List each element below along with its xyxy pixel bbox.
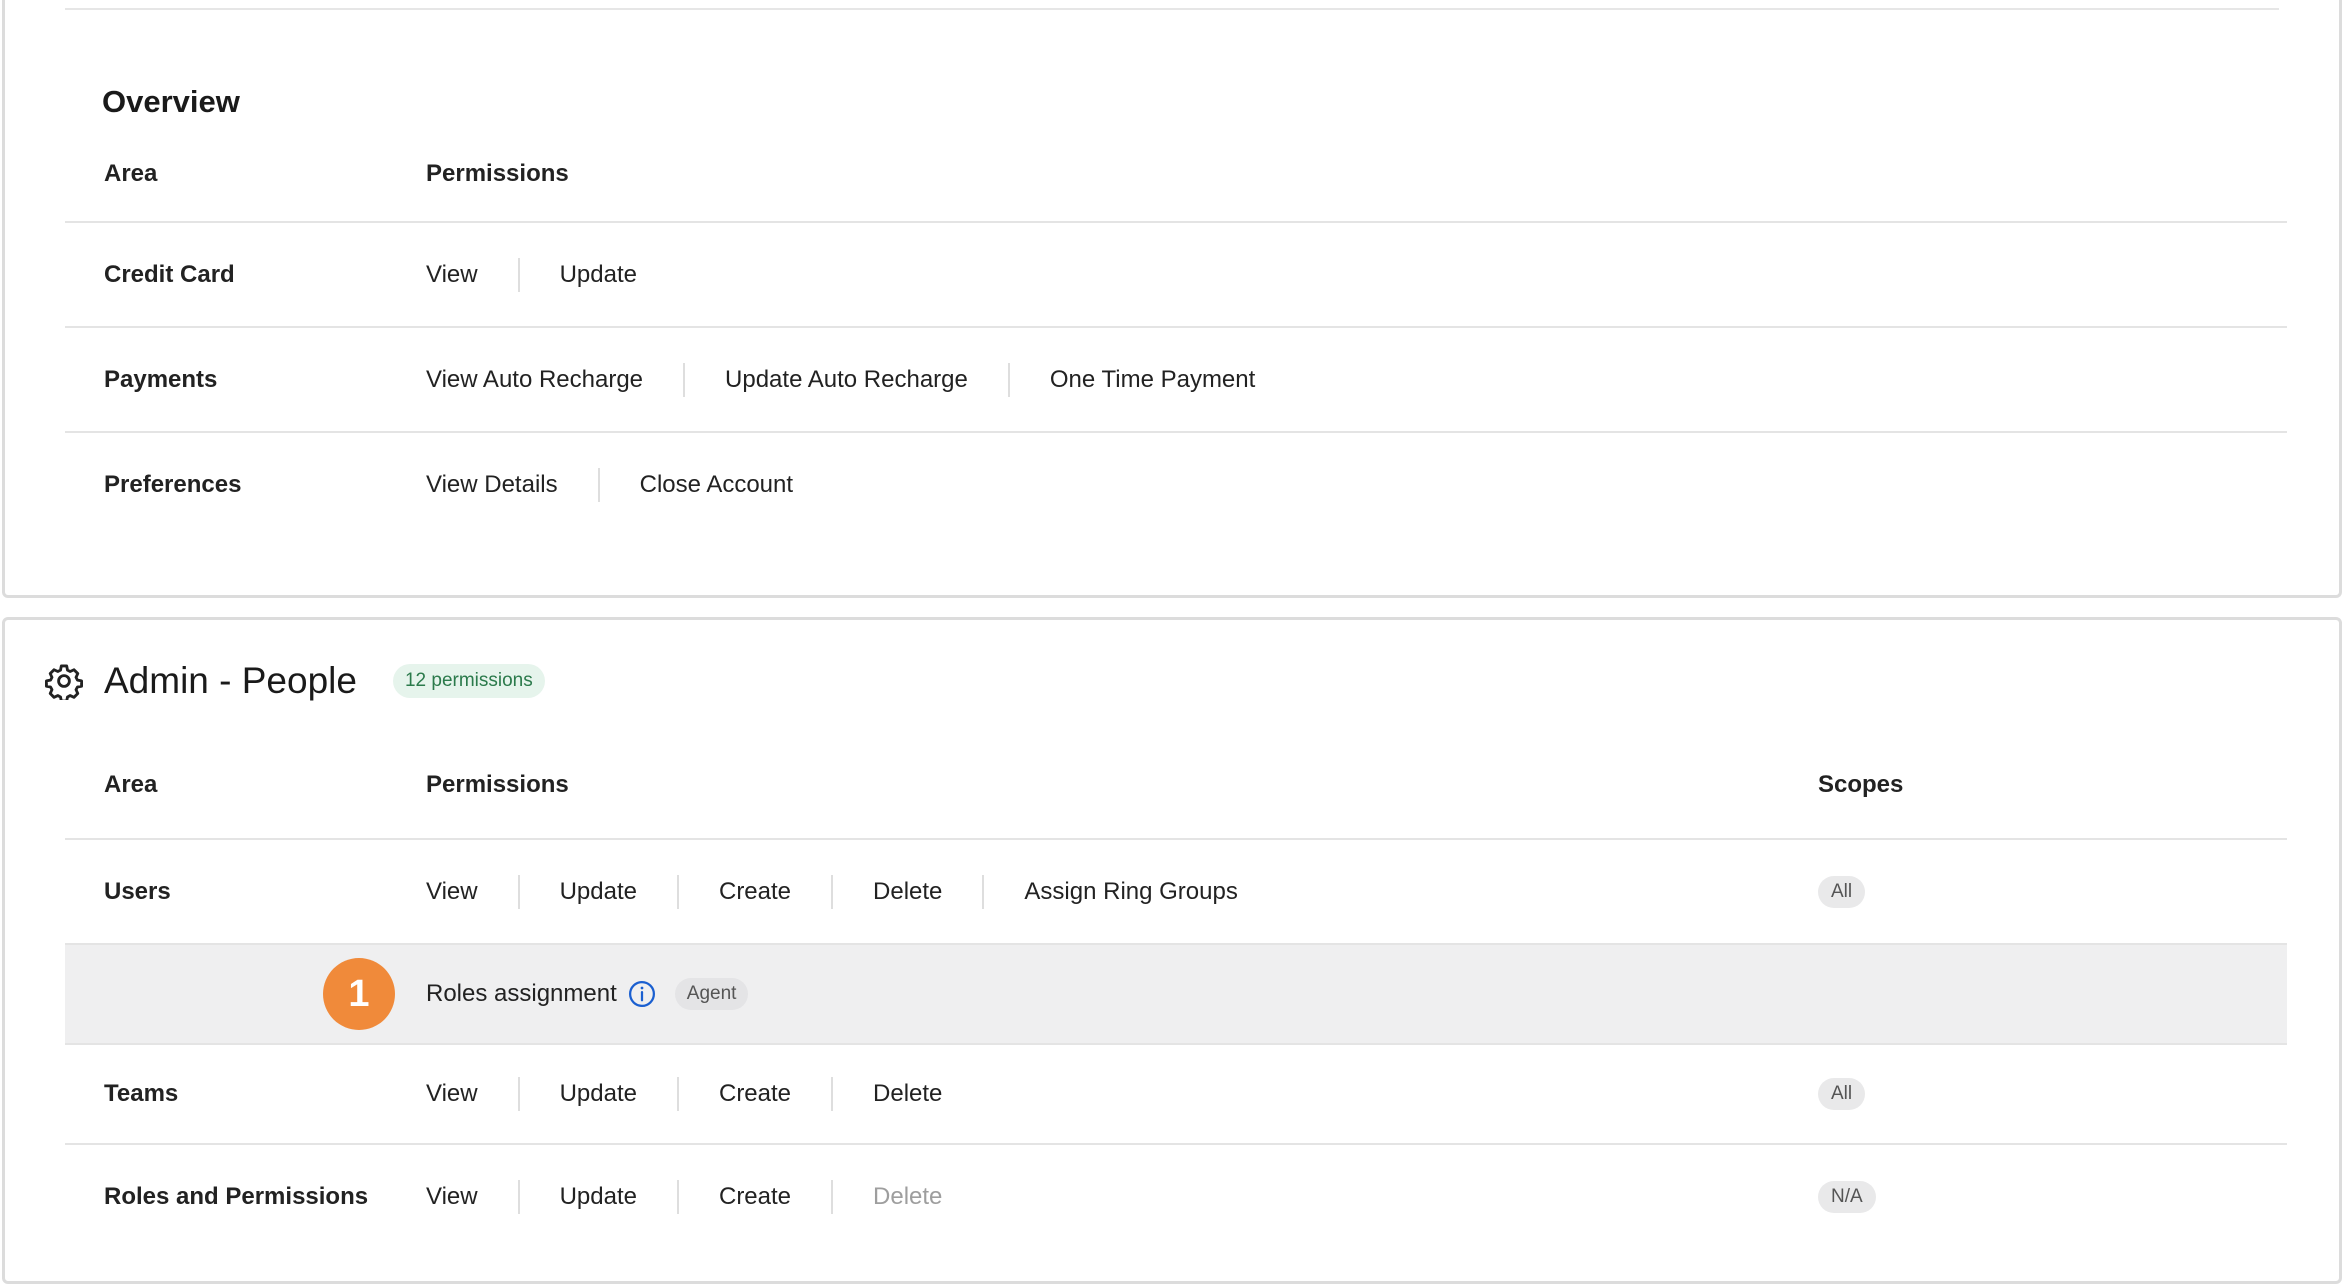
overview-card: Overview Area Permissions Credit Card Vi… bbox=[2, 0, 2342, 598]
permission-item[interactable]: Create bbox=[676, 1179, 831, 1214]
roles-assignment: Roles assignment Agent bbox=[426, 978, 749, 1010]
area-roles-and-permissions: Roles and Permissions bbox=[104, 1182, 369, 1210]
scope-badge: All bbox=[1818, 875, 1866, 908]
area-credit-card: Credit Card bbox=[104, 260, 235, 288]
permission-list: View Update Create Delete Assign Ring Gr… bbox=[426, 874, 1278, 909]
permission-list: View Update Create Delete bbox=[426, 1077, 982, 1111]
table-row: Payments View Auto Recharge Update Auto … bbox=[65, 326, 2287, 431]
step-marker: 1 bbox=[323, 958, 395, 1030]
permission-item[interactable]: Update bbox=[517, 1179, 677, 1214]
people-area-header: Area bbox=[104, 771, 158, 798]
table-row: Users View Update Create Delete Assign R… bbox=[65, 838, 2287, 943]
info-icon[interactable] bbox=[627, 979, 657, 1009]
area-users: Users bbox=[104, 877, 171, 905]
permission-item[interactable]: Update bbox=[517, 257, 677, 292]
permission-list: View Auto Recharge Update Auto Recharge … bbox=[426, 362, 1295, 397]
permission-item[interactable]: Close Account bbox=[597, 467, 833, 502]
table-row: Credit Card View Update bbox=[65, 221, 2287, 326]
roles-assignment-label: Roles assignment bbox=[426, 980, 617, 1007]
section-title: Admin - People bbox=[104, 660, 357, 701]
scope-badge: N/A bbox=[1818, 1180, 1876, 1213]
permission-item[interactable]: Delete bbox=[831, 1077, 982, 1111]
permission-item[interactable]: Update Auto Recharge bbox=[683, 362, 1008, 397]
permission-item[interactable]: Create bbox=[676, 1077, 831, 1111]
section-header: Admin - People 12 permissions bbox=[45, 660, 545, 702]
gear-icon bbox=[45, 664, 83, 700]
overview-title: Overview bbox=[102, 84, 240, 119]
overview-area-header: Area bbox=[104, 160, 158, 187]
permission-item[interactable]: View bbox=[426, 1180, 518, 1214]
permission-item[interactable]: View bbox=[426, 258, 518, 292]
permission-list: View Update Create Delete bbox=[426, 1179, 982, 1214]
roles-assignment-row: 1 Roles assignment Agent bbox=[65, 943, 2287, 1043]
admin-people-card: Admin - People 12 permissions Area Permi… bbox=[2, 617, 2342, 1284]
people-permissions-header: Permissions bbox=[426, 771, 569, 798]
permission-item[interactable]: Update bbox=[517, 1077, 677, 1111]
permission-item[interactable]: View Auto Recharge bbox=[426, 363, 683, 397]
permission-list: View Details Close Account bbox=[426, 467, 833, 502]
overview-permissions-header: Permissions bbox=[426, 160, 569, 187]
permission-item[interactable]: One Time Payment bbox=[1007, 362, 1295, 397]
permission-item-disabled: Delete bbox=[831, 1179, 982, 1214]
permissions-count-badge: 12 permissions bbox=[392, 664, 545, 698]
permission-item[interactable]: Delete bbox=[831, 874, 982, 909]
permission-item[interactable]: View bbox=[426, 875, 518, 909]
scope-badge: All bbox=[1818, 1078, 1866, 1110]
people-scopes-header: Scopes bbox=[1818, 771, 1904, 798]
area-preferences: Preferences bbox=[104, 470, 242, 498]
table-row: Preferences View Details Close Account bbox=[65, 431, 2287, 536]
role-badge[interactable]: Agent bbox=[674, 978, 749, 1010]
area-teams: Teams bbox=[104, 1080, 179, 1107]
permission-item[interactable]: Create bbox=[676, 874, 831, 909]
permission-item[interactable]: Assign Ring Groups bbox=[982, 874, 1277, 909]
area-payments: Payments bbox=[104, 365, 218, 393]
divider bbox=[65, 8, 2279, 10]
permission-item[interactable]: Update bbox=[517, 874, 677, 909]
table-row: Roles and Permissions View Update Create… bbox=[65, 1143, 2287, 1248]
permission-item[interactable]: View Details bbox=[426, 468, 598, 502]
permission-list: View Update bbox=[426, 257, 677, 292]
table-row: Teams View Update Create Delete All bbox=[65, 1043, 2287, 1143]
permission-item[interactable]: View bbox=[426, 1077, 518, 1111]
